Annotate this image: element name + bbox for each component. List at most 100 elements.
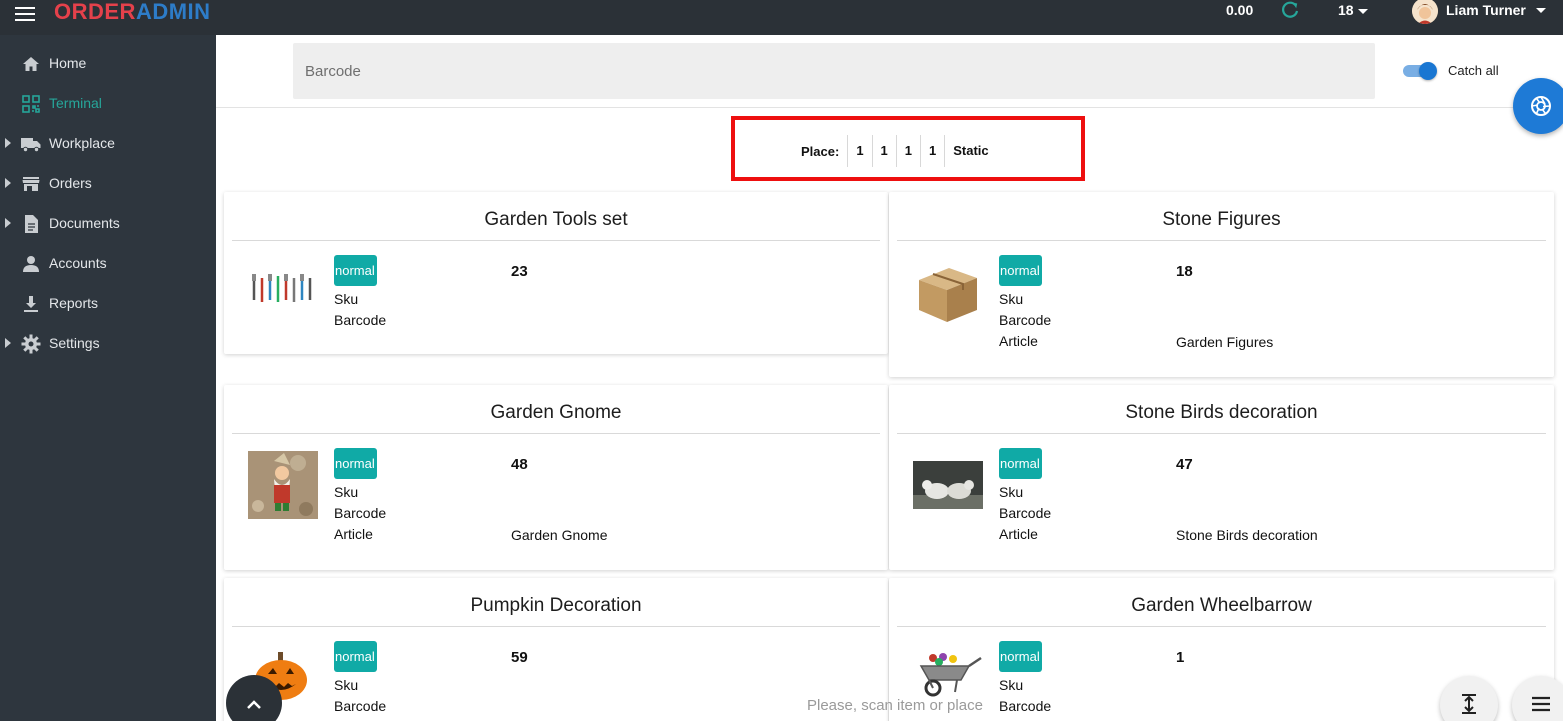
status-badge: normal	[334, 255, 377, 286]
status-badge: normal	[334, 641, 377, 672]
article-value: Stone Birds decoration	[1176, 527, 1318, 543]
sku-label: Sku	[334, 291, 359, 307]
sidebar-item-label: Documents	[49, 215, 120, 231]
divider	[897, 433, 1546, 434]
status-badge: normal	[999, 641, 1042, 672]
chevron-down-icon[interactable]	[1536, 8, 1546, 13]
place-segment[interactable]: 1	[895, 135, 920, 167]
product-card[interactable]: Garden Tools set normal 23 Sku Barcode	[224, 192, 888, 354]
sidebar-item-label: Settings	[49, 335, 100, 351]
chevron-up-icon	[246, 696, 262, 709]
sidebar-item-terminal[interactable]: Terminal	[0, 84, 216, 124]
home-icon	[21, 54, 41, 74]
sidebar-item-label: Accounts	[49, 255, 107, 271]
place-breadcrumb: Place: 1 1 1 1 Static	[731, 116, 1085, 181]
document-icon	[21, 214, 41, 234]
sidebar-item-workplace[interactable]: Workplace	[0, 124, 216, 164]
sku-label: Sku	[334, 484, 359, 500]
toggle-knob	[1419, 62, 1437, 80]
expand-arrow-icon	[5, 138, 11, 148]
product-quantity: 1	[1176, 649, 1185, 666]
product-quantity: 48	[511, 456, 528, 473]
menu-lines-icon	[1531, 696, 1551, 712]
avatar[interactable]	[1412, 0, 1438, 24]
balance-value: 0.00	[1226, 2, 1254, 18]
product-image	[913, 258, 983, 328]
article-label: Article	[999, 333, 1038, 349]
place-segment-static[interactable]: Static	[944, 135, 996, 167]
vertical-align-icon	[1459, 693, 1479, 715]
sidebar-item-label: Workplace	[49, 135, 115, 151]
barcode-label: Barcode	[999, 698, 1052, 714]
product-card[interactable]: Pumpkin Decoration normal 59 Sku Barcode	[224, 578, 888, 721]
sku-label: Sku	[999, 291, 1024, 307]
truck-icon	[21, 134, 41, 154]
top-bar: ORDERADMIN 0.00 18 Liam Turner	[0, 0, 1563, 35]
sidebar-item-label: Orders	[49, 175, 92, 191]
product-card[interactable]: Stone Birds decoration normal 47 Sku Bar…	[889, 385, 1554, 570]
product-title: Stone Birds decoration	[1125, 402, 1318, 423]
store-icon	[21, 174, 41, 194]
barcode-label: Barcode	[334, 698, 387, 714]
menu-icon[interactable]	[14, 4, 36, 26]
product-quantity: 47	[1176, 456, 1193, 473]
product-title: Stone Figures	[1162, 209, 1281, 230]
logo-part-admin: ADMIN	[135, 0, 211, 24]
article-label: Article	[999, 526, 1038, 542]
sidebar-item-documents[interactable]: Documents	[0, 204, 216, 244]
counter-dropdown[interactable]: 18	[1338, 2, 1368, 18]
gear-icon	[21, 334, 41, 354]
sidebar-item-reports[interactable]: Reports	[0, 284, 216, 324]
product-title: Garden Gnome	[490, 402, 622, 423]
article-value: Garden Gnome	[511, 527, 608, 543]
chevron-down-icon	[1357, 8, 1368, 14]
product-image	[248, 451, 318, 521]
refresh-icon[interactable]	[1280, 0, 1300, 20]
product-image	[913, 461, 983, 531]
product-quantity: 59	[511, 649, 528, 666]
product-card[interactable]: Stone Figures normal 18 Sku Barcode Arti…	[889, 192, 1554, 377]
sidebar-item-accounts[interactable]: Accounts	[0, 244, 216, 284]
place-segment[interactable]: 1	[920, 135, 944, 167]
divider	[232, 240, 880, 241]
username[interactable]: Liam Turner	[1446, 2, 1526, 18]
expand-arrow-icon	[5, 178, 11, 188]
counter-value: 18	[1338, 2, 1354, 18]
divider	[216, 107, 1563, 108]
barcode-label: Barcode	[334, 312, 387, 328]
expand-arrow-icon	[5, 338, 11, 348]
status-badge: normal	[334, 448, 377, 479]
divider	[897, 240, 1546, 241]
divider	[232, 626, 880, 627]
place-segment[interactable]: 1	[847, 135, 871, 167]
download-icon	[21, 294, 41, 314]
product-quantity: 23	[511, 263, 528, 280]
place-segment[interactable]: 1	[871, 135, 896, 167]
article-label: Article	[334, 526, 373, 542]
scan-hint: Please, scan item or place	[807, 697, 983, 714]
article-value: Garden Figures	[1176, 334, 1274, 350]
qr-code-icon	[21, 94, 41, 114]
sidebar-item-label: Home	[49, 55, 87, 71]
product-title: Garden Wheelbarrow	[1131, 595, 1312, 616]
product-card[interactable]: Garden Gnome normal 48 Sku Barcode Artic…	[224, 385, 888, 570]
status-badge: normal	[999, 448, 1042, 479]
product-quantity: 18	[1176, 263, 1193, 280]
sidebar-item-home[interactable]: Home	[0, 44, 216, 84]
sku-label: Sku	[999, 677, 1024, 693]
sidebar-item-settings[interactable]: Settings	[0, 324, 216, 364]
camera-button[interactable]	[1513, 78, 1563, 134]
product-title: Garden Tools set	[484, 209, 628, 230]
sidebar-item-label: Reports	[49, 295, 99, 311]
sidebar-item-orders[interactable]: Orders	[0, 164, 216, 204]
barcode-label: Barcode	[999, 505, 1052, 521]
status-badge: normal	[999, 255, 1042, 286]
barcode-label: Barcode	[334, 505, 387, 521]
barcode-input[interactable]	[293, 43, 1375, 99]
divider	[232, 433, 880, 434]
catch-all-toggle[interactable]	[1403, 62, 1437, 80]
divider	[897, 626, 1546, 627]
product-image	[248, 260, 318, 330]
sidebar-item-label: Terminal	[49, 95, 102, 111]
logo[interactable]: ORDERADMIN	[54, 0, 211, 24]
